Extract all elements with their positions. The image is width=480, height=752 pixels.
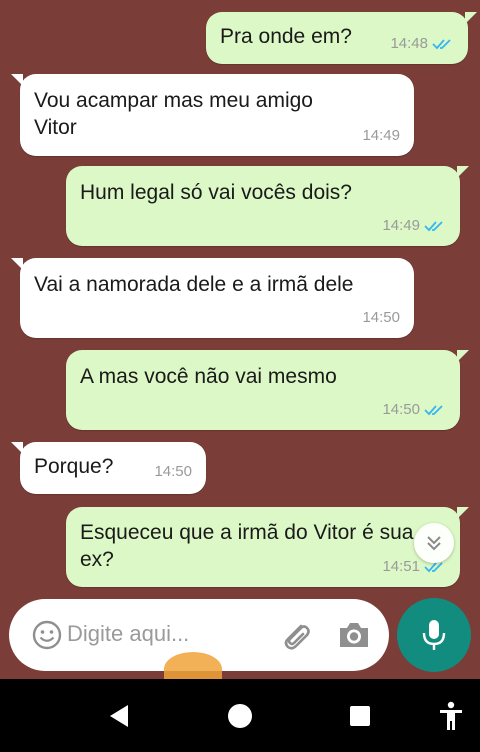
- microphone-icon: [422, 620, 446, 650]
- message-bubble-outgoing[interactable]: Hum legal só vai vocês dois? 14:49: [66, 166, 469, 246]
- message-time: 14:49: [362, 127, 400, 144]
- message-text: Vai a namorada dele e a irmã dele: [34, 273, 354, 296]
- message-time: 14:51: [382, 558, 420, 575]
- message-time: 14:50: [154, 463, 192, 480]
- nav-recents-button[interactable]: [345, 701, 375, 731]
- message-meta: 14:50: [382, 396, 446, 423]
- double-check-icon: [424, 404, 443, 415]
- emoji-icon[interactable]: [31, 619, 63, 651]
- message-input[interactable]: Digite aqui...: [67, 621, 189, 647]
- accessibility-icon: [440, 701, 462, 730]
- nav-back-button[interactable]: [104, 701, 134, 731]
- voice-message-button[interactable]: [397, 598, 471, 672]
- message-text: Hum legal só vai vocês dois?: [80, 181, 352, 204]
- message-bubble-incoming[interactable]: Vou acampar mas meu amigo Vitor 14:49: [11, 74, 414, 156]
- square-recents-icon: [350, 706, 370, 726]
- chat-area[interactable]: Pra onde em? 14:48 Vou acampar mas meu a…: [0, 0, 480, 595]
- scroll-to-bottom-button[interactable]: [414, 523, 454, 563]
- double-check-icon: [432, 38, 451, 49]
- message-bubble-incoming[interactable]: Vai a namorada dele e a irmã dele 14:50: [11, 258, 414, 338]
- triangle-back-icon: [110, 705, 128, 727]
- chevron-double-down-icon: [427, 536, 441, 551]
- message-time: 14:50: [362, 309, 400, 326]
- message-meta: 14:50: [362, 304, 400, 331]
- message-text: Esqueceu que a irmã do Vitor é sua ex?: [80, 521, 414, 571]
- message-bubble-incoming[interactable]: Porque? 14:50: [11, 442, 206, 494]
- nav-home-button[interactable]: [225, 701, 255, 731]
- camera-icon[interactable]: [336, 619, 372, 651]
- double-check-icon: [424, 220, 443, 231]
- message-time: 14:48: [390, 35, 428, 52]
- system-navigation-bar: [0, 679, 480, 752]
- message-meta: 14:49: [382, 212, 446, 239]
- nav-accessibility-button[interactable]: [436, 701, 466, 731]
- message-text: Vou acampar mas meu amigo Vitor: [34, 89, 313, 139]
- paperclip-icon[interactable]: [277, 617, 313, 653]
- message-time: 14:50: [382, 401, 420, 418]
- message-meta: 14:50: [154, 458, 192, 485]
- circle-home-icon: [228, 704, 252, 728]
- message-bubble-outgoing[interactable]: Esqueceu que a irmã do Vitor é sua ex? 1…: [66, 507, 469, 587]
- message-text: A mas você não vai mesmo: [80, 365, 337, 388]
- message-bubble-outgoing[interactable]: Pra onde em? 14:48: [206, 12, 477, 64]
- message-meta: 14:48: [390, 30, 454, 57]
- message-bubble-outgoing[interactable]: A mas você não vai mesmo 14:50: [66, 350, 469, 430]
- message-time: 14:49: [382, 217, 420, 234]
- message-meta: 14:49: [362, 122, 400, 149]
